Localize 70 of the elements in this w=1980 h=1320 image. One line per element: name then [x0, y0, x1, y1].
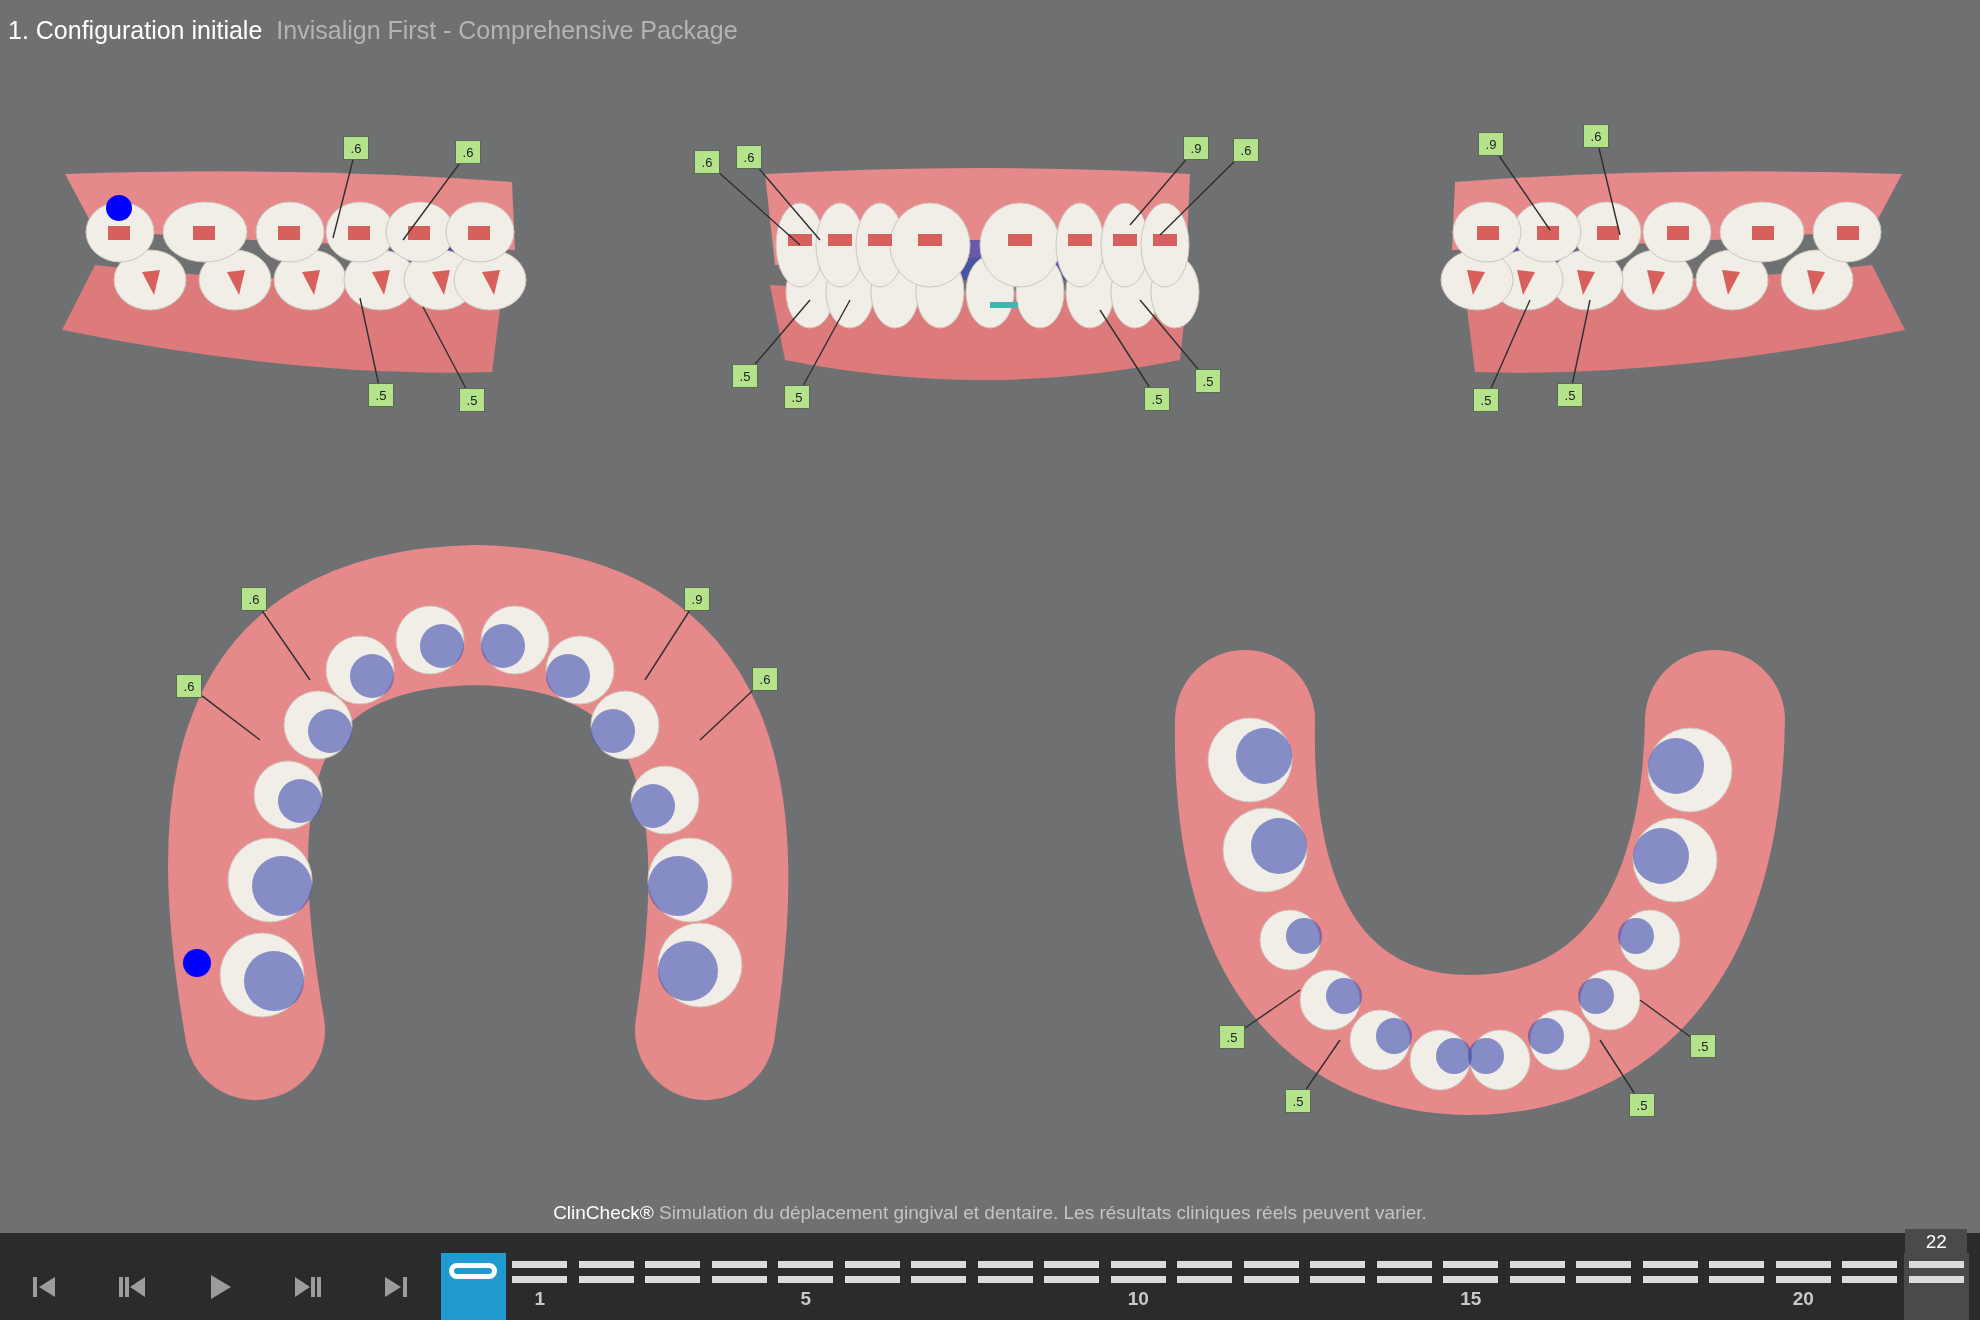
measurement-tag: .5 — [459, 388, 485, 412]
stage-button[interactable]: 20 — [1771, 1253, 1836, 1320]
stage-button[interactable]: 10 — [1106, 1253, 1171, 1320]
leader-line — [1139, 299, 1199, 370]
stage-bars-icon — [1177, 1261, 1233, 1283]
measurement-tag: .6 — [694, 150, 720, 174]
stage-button[interactable]: 1 — [507, 1253, 572, 1320]
stage-bars-icon — [1576, 1261, 1632, 1283]
stage-bars-icon — [645, 1261, 701, 1283]
stage-bars-icon — [1376, 1261, 1432, 1283]
measurement-tag: .6 — [176, 674, 202, 698]
measurement-tag: .6 — [752, 667, 778, 691]
leader-line — [261, 610, 311, 681]
stage-button[interactable]: 5 — [773, 1253, 838, 1320]
measurement-tag: .6 — [343, 136, 369, 160]
stage-bars-icon — [578, 1261, 634, 1283]
measurement-tag: .6 — [1583, 124, 1609, 148]
stage-bars-icon — [1310, 1261, 1366, 1283]
stage-button[interactable] — [1904, 1253, 1969, 1320]
marker-dot — [183, 949, 211, 977]
stage-count: 22 — [1905, 1229, 1968, 1253]
stage-bars-icon — [1908, 1261, 1964, 1283]
leader-line — [754, 299, 811, 365]
marker-dot — [106, 195, 132, 221]
measurement-tag: .5 — [1285, 1089, 1311, 1113]
stage-bars-icon — [1509, 1261, 1565, 1283]
leader-line — [201, 695, 261, 741]
measurement-tag: .5 — [784, 385, 810, 409]
measurement-tag: .6 — [455, 140, 481, 164]
stage-bars-icon — [977, 1261, 1033, 1283]
measurement-tag: .5 — [1557, 383, 1583, 407]
leader-line — [699, 690, 753, 741]
measurement-tag: .5 — [1195, 369, 1221, 393]
disclaimer-text: ClinCheck® Simulation du déplacement gingival et dentaire. Les résultats cliniques réels peuvent varier. — [553, 1202, 1427, 1224]
measurement-tag: .6 — [1233, 138, 1259, 162]
leader-line — [1244, 989, 1301, 1029]
leader-line — [1599, 1039, 1635, 1094]
stage-bars-icon — [512, 1261, 568, 1283]
package-name: Invisalign First - Comprehensive Package — [276, 15, 738, 45]
leader-line — [1639, 999, 1691, 1038]
measurement-tag: .5 — [1473, 388, 1499, 412]
leader-line — [644, 610, 690, 681]
measurement-tag: .5 — [1219, 1025, 1245, 1049]
page-title: 1. Configuration initiale — [8, 15, 263, 45]
stage-bars-icon — [1443, 1261, 1499, 1283]
stage-bars-icon — [1842, 1261, 1898, 1283]
leader-line — [1305, 1039, 1341, 1090]
measurement-tag: .6 — [241, 587, 267, 611]
stage-bars-icon — [1775, 1261, 1831, 1283]
stage-bars-icon — [778, 1261, 834, 1283]
measurement-tag: .9 — [1183, 136, 1209, 160]
measurement-tag: .9 — [1478, 132, 1504, 156]
measurement-tag: .5 — [1690, 1034, 1716, 1058]
measurement-tag: .5 — [732, 364, 758, 388]
aligner-icon — [449, 1263, 498, 1279]
measurement-tag: .5 — [1629, 1093, 1655, 1117]
measurement-tag: .5 — [368, 383, 394, 407]
leader-line — [1129, 159, 1187, 226]
stage-bars-icon — [1243, 1261, 1299, 1283]
stage-bars-icon — [1642, 1261, 1698, 1283]
stage-bars-icon — [844, 1261, 900, 1283]
stage-bars-icon — [1709, 1261, 1765, 1283]
stage-bars-icon — [711, 1261, 767, 1283]
measurement-tag: .9 — [684, 587, 710, 611]
stage-button[interactable]: 15 — [1438, 1253, 1503, 1320]
measurement-tag: .6 — [736, 145, 762, 169]
stage-bars-icon — [1110, 1261, 1166, 1283]
stage-bars-icon — [911, 1261, 967, 1283]
stage-bars-icon — [1044, 1261, 1100, 1283]
measurement-tag: .5 — [1144, 387, 1170, 411]
